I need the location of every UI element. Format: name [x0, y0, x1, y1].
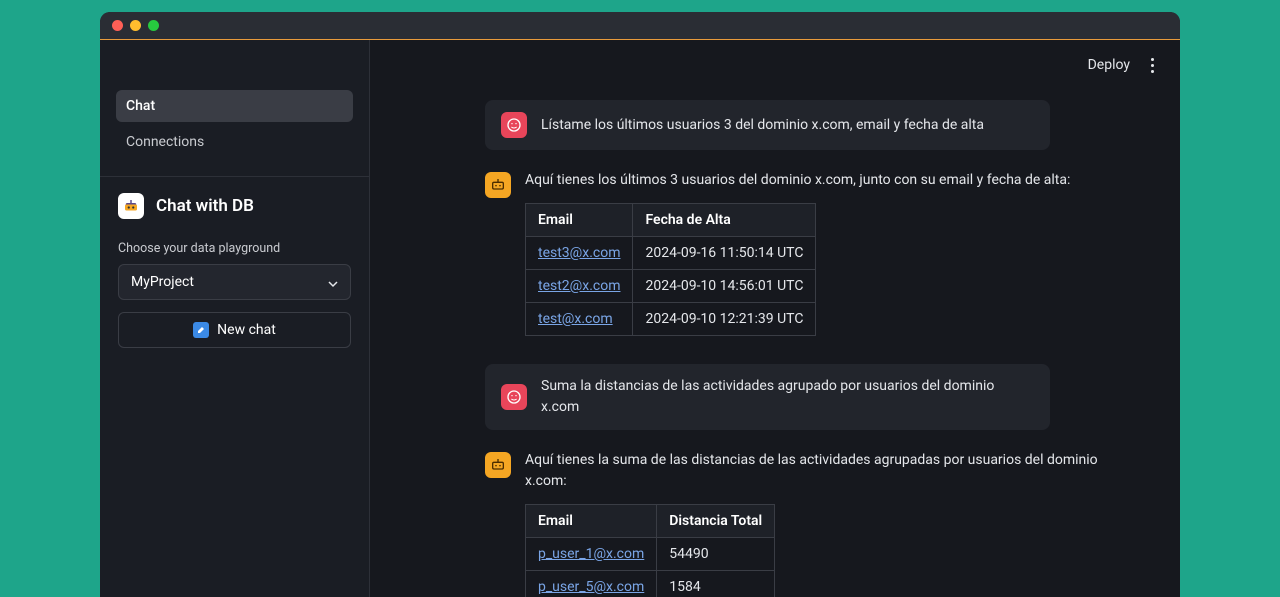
user-bubble: Suma la distancias de las actividades ag… [485, 364, 1050, 430]
message-text: Lístame los últimos usuarios 3 del domin… [541, 115, 984, 136]
table-row: p_user_1@x.com 54490 [526, 538, 775, 571]
table-row: test2@x.com 2024-09-10 14:56:01 UTC [526, 270, 816, 303]
result-table-1: Email Fecha de Alta test3@x.com 2024-09-… [525, 203, 816, 336]
new-chat-button[interactable]: New chat [118, 312, 351, 348]
table-row: test3@x.com 2024-09-16 11:50:14 UTC [526, 237, 816, 270]
playground-label: Choose your data playground [100, 241, 369, 256]
th-date: Fecha de Alta [633, 204, 816, 237]
email-link[interactable]: p_user_1@x.com [538, 546, 644, 562]
project-select-value: MyProject [131, 274, 194, 290]
reply-text: Aquí tienes los últimos 3 usuarios del d… [525, 170, 1140, 191]
new-chat-icon [193, 322, 209, 338]
robot-icon [118, 193, 144, 219]
app-body: Chat Connections Chat with DB Choose you… [100, 40, 1180, 597]
table-header-row: Email Fecha de Alta [526, 204, 816, 237]
bot-avatar-icon [485, 172, 511, 198]
table-row: p_user_5@x.com 1584 [526, 571, 775, 597]
sidebar: Chat Connections Chat with DB Choose you… [100, 40, 370, 597]
bot-message: Aquí tienes los últimos 3 usuarios del d… [485, 170, 1140, 336]
user-message: Suma la distancias de las actividades ag… [485, 364, 1140, 430]
th-email: Email [526, 505, 657, 538]
deploy-button[interactable]: Deploy [1088, 57, 1130, 73]
user-bubble: Lístame los últimos usuarios 3 del domin… [485, 100, 1050, 150]
sidebar-divider [100, 176, 369, 177]
result-table-2: Email Distancia Total p_user_1@x.com 544… [525, 504, 775, 597]
cell-date: 2024-09-16 11:50:14 UTC [633, 237, 816, 270]
reply-text: Aquí tienes la suma de las distancias de… [525, 450, 1140, 492]
new-chat-label: New chat [217, 322, 276, 338]
email-link[interactable]: test@x.com [538, 311, 613, 327]
nav-connections[interactable]: Connections [116, 126, 353, 158]
user-message: Lístame los últimos usuarios 3 del domin… [485, 100, 1140, 150]
user-avatar-icon [501, 384, 527, 410]
minimize-window-icon[interactable] [130, 20, 141, 31]
email-link[interactable]: test3@x.com [538, 245, 620, 261]
th-email: Email [526, 204, 633, 237]
table-row: test@x.com 2024-09-10 12:21:39 UTC [526, 303, 816, 336]
close-window-icon[interactable] [112, 20, 123, 31]
chevron-down-icon [328, 277, 338, 287]
more-menu-icon[interactable] [1144, 58, 1160, 73]
th-dist: Distancia Total [657, 505, 775, 538]
message-text: Suma la distancias de las actividades ag… [541, 376, 1034, 418]
cell-dist: 54490 [657, 538, 775, 571]
top-bar: Deploy [370, 40, 1180, 90]
sidebar-nav: Chat Connections [100, 90, 369, 158]
bot-content: Aquí tienes la suma de las distancias de… [525, 450, 1140, 597]
table-header-row: Email Distancia Total [526, 505, 775, 538]
chat-scroll-area[interactable]: Lístame los últimos usuarios 3 del domin… [370, 90, 1180, 597]
bot-avatar-icon [485, 452, 511, 478]
window-titlebar [100, 12, 1180, 40]
user-avatar-icon [501, 112, 527, 138]
app-window: Chat Connections Chat with DB Choose you… [100, 12, 1180, 597]
email-link[interactable]: p_user_5@x.com [538, 579, 644, 595]
email-link[interactable]: test2@x.com [538, 278, 620, 294]
app-title: Chat with DB [100, 193, 369, 219]
app-title-text: Chat with DB [156, 196, 254, 216]
cell-date: 2024-09-10 12:21:39 UTC [633, 303, 816, 336]
bot-message: Aquí tienes la suma de las distancias de… [485, 450, 1140, 597]
bot-content: Aquí tienes los últimos 3 usuarios del d… [525, 170, 1140, 336]
main-panel: Deploy Lístame los últimos usuarios 3 de… [370, 40, 1180, 597]
maximize-window-icon[interactable] [148, 20, 159, 31]
cell-date: 2024-09-10 14:56:01 UTC [633, 270, 816, 303]
project-select[interactable]: MyProject [118, 264, 351, 300]
nav-chat[interactable]: Chat [116, 90, 353, 122]
cell-dist: 1584 [657, 571, 775, 597]
